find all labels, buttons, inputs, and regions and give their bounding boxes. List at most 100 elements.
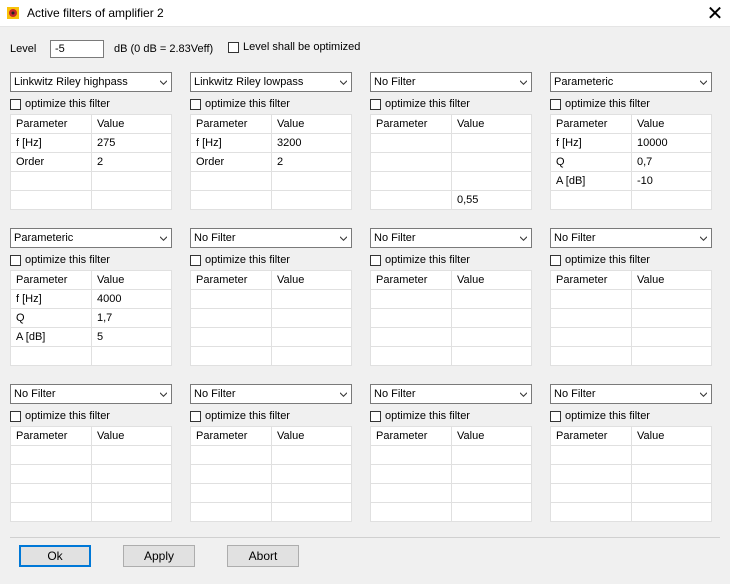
parameter-grid[interactable]: Parameter Value f [Hz] 4000 Q 1,7 A [dB] 5	[10, 270, 172, 366]
value-cell[interactable]	[451, 483, 532, 503]
parameter-grid[interactable]: Parameter Value 0,55	[370, 114, 532, 210]
parameter-cell[interactable]	[190, 502, 272, 522]
parameter-cell[interactable]	[370, 464, 452, 484]
abort-button[interactable]: Abort	[227, 545, 299, 567]
table-row[interactable]	[10, 483, 172, 503]
checkbox-box[interactable]	[10, 410, 21, 422]
value-cell[interactable]	[91, 190, 172, 210]
parameter-grid[interactable]: Parameter Value	[370, 426, 532, 522]
checkbox-box[interactable]	[190, 410, 201, 422]
parameter-cell[interactable]	[190, 483, 272, 503]
optimize-filter-checkbox[interactable]: optimize this filter	[190, 410, 352, 424]
value-cell[interactable]	[91, 483, 172, 503]
parameter-cell[interactable]: f [Hz]	[10, 133, 92, 153]
table-row[interactable]	[550, 483, 712, 503]
parameter-cell[interactable]	[190, 171, 272, 191]
optimize-filter-checkbox[interactable]: optimize this filter	[370, 98, 532, 112]
parameter-cell[interactable]: Order	[190, 152, 272, 172]
table-row[interactable]	[550, 464, 712, 484]
parameter-cell[interactable]	[10, 464, 92, 484]
parameter-cell[interactable]: f [Hz]	[550, 133, 632, 153]
filter-type-dropdown[interactable]: Linkwitz Riley lowpass	[190, 72, 352, 92]
parameter-cell[interactable]	[370, 190, 452, 210]
value-cell[interactable]	[271, 346, 352, 366]
filter-type-dropdown[interactable]: No Filter	[190, 228, 352, 248]
table-row[interactable]: f [Hz] 275	[10, 133, 172, 153]
parameter-cell[interactable]	[550, 445, 632, 465]
checkbox-box[interactable]	[550, 254, 561, 266]
table-row[interactable]	[370, 483, 532, 503]
table-row[interactable]	[550, 190, 712, 210]
parameter-cell[interactable]	[10, 346, 92, 366]
checkbox-box[interactable]	[10, 254, 21, 266]
checkbox-box[interactable]	[370, 98, 381, 110]
value-cell[interactable]	[91, 464, 172, 484]
table-row[interactable]	[370, 327, 532, 347]
value-cell[interactable]	[271, 171, 352, 191]
optimize-filter-checkbox[interactable]: optimize this filter	[190, 254, 352, 268]
table-row[interactable]	[190, 502, 352, 522]
table-row[interactable]: A [dB] -10	[550, 171, 712, 191]
table-row[interactable]	[190, 289, 352, 309]
optimize-filter-checkbox[interactable]: optimize this filter	[10, 98, 172, 112]
parameter-cell[interactable]	[10, 445, 92, 465]
level-optimize-checkbox[interactable]: Level shall be optimized	[224, 41, 360, 53]
value-cell[interactable]	[631, 308, 712, 328]
optimize-filter-checkbox[interactable]: optimize this filter	[550, 98, 712, 112]
table-row[interactable]	[550, 327, 712, 347]
value-cell[interactable]	[271, 464, 352, 484]
filter-type-dropdown[interactable]: No Filter	[550, 384, 712, 404]
table-row[interactable]	[550, 308, 712, 328]
parameter-grid[interactable]: Parameter Value	[550, 426, 712, 522]
parameter-cell[interactable]	[550, 483, 632, 503]
table-row[interactable]	[550, 502, 712, 522]
checkbox-box[interactable]	[370, 254, 381, 266]
value-cell[interactable]	[451, 464, 532, 484]
parameter-cell[interactable]	[190, 464, 272, 484]
table-row[interactable]	[370, 289, 532, 309]
table-row[interactable]	[190, 308, 352, 328]
value-cell[interactable]: 3200	[271, 133, 352, 153]
parameter-cell[interactable]	[190, 346, 272, 366]
filter-type-dropdown[interactable]: No Filter	[370, 228, 532, 248]
parameter-cell[interactable]	[370, 483, 452, 503]
parameter-cell[interactable]	[10, 483, 92, 503]
parameter-cell[interactable]	[10, 171, 92, 191]
parameter-cell[interactable]: f [Hz]	[10, 289, 92, 309]
parameter-cell[interactable]: A [dB]	[550, 171, 632, 191]
parameter-cell[interactable]: f [Hz]	[190, 133, 272, 153]
table-row[interactable]	[190, 327, 352, 347]
parameter-cell[interactable]	[550, 502, 632, 522]
table-row[interactable]	[10, 190, 172, 210]
table-row[interactable]: Q 1,7	[10, 308, 172, 328]
parameter-cell[interactable]	[190, 289, 272, 309]
parameter-cell[interactable]: Q	[550, 152, 632, 172]
table-row[interactable]: Order 2	[10, 152, 172, 172]
parameter-cell[interactable]	[190, 445, 272, 465]
value-cell[interactable]	[631, 464, 712, 484]
value-cell[interactable]	[631, 190, 712, 210]
table-row[interactable]: f [Hz] 10000	[550, 133, 712, 153]
parameter-cell[interactable]	[550, 308, 632, 328]
parameter-cell[interactable]	[550, 327, 632, 347]
level-input[interactable]	[50, 40, 104, 58]
value-cell[interactable]	[271, 190, 352, 210]
table-row[interactable]	[190, 445, 352, 465]
parameter-cell[interactable]	[190, 190, 272, 210]
table-row[interactable]: Order 2	[190, 152, 352, 172]
value-cell[interactable]	[91, 346, 172, 366]
table-row[interactable]	[370, 502, 532, 522]
table-row[interactable]	[10, 171, 172, 191]
parameter-cell[interactable]	[370, 152, 452, 172]
parameter-cell[interactable]	[370, 445, 452, 465]
checkbox-box[interactable]	[190, 98, 201, 110]
table-row[interactable]	[10, 502, 172, 522]
table-row[interactable]	[10, 445, 172, 465]
apply-button[interactable]: Apply	[123, 545, 195, 567]
table-row[interactable]: Q 0,7	[550, 152, 712, 172]
parameter-cell[interactable]	[370, 171, 452, 191]
value-cell[interactable]: 2	[91, 152, 172, 172]
value-cell[interactable]	[631, 289, 712, 309]
table-row[interactable]	[370, 346, 532, 366]
value-cell[interactable]: -10	[631, 171, 712, 191]
